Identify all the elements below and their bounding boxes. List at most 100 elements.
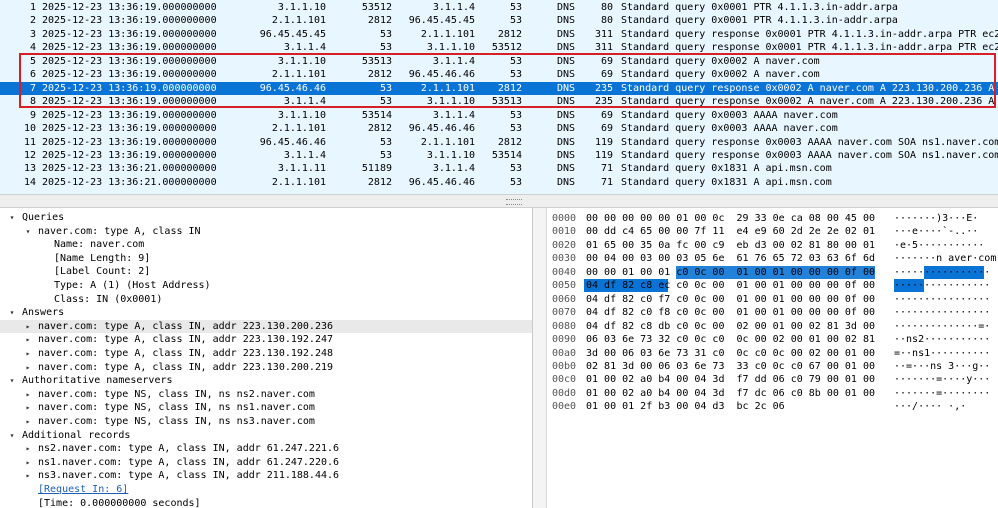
hex-ascii[interactable]: ·······n aver·com: [894, 252, 996, 265]
packet-src: 96.45.46.46: [259, 82, 326, 94]
packet-row[interactable]: 13 2025-12-23 13:36:21.000000000 3.1.1.11 5…: [0, 162, 998, 175]
detail-row[interactable]: [Time: 0.000000000 seconds]: [0, 497, 532, 508]
packet-row[interactable]: 12 2025-12-23 13:36:19.000000000 3.1.1.4 53…: [0, 149, 998, 162]
hex-ascii[interactable]: ················: [894, 266, 990, 279]
detail-row[interactable]: ▸ ns3.naver.com: type A, class IN, addr 2…: [0, 469, 532, 483]
detail-row[interactable]: ▸ ns1.naver.com: type A, class IN, addr 6…: [0, 456, 532, 470]
hex-bytes[interactable]: 01 00 02 a0 b4 00 04 3d f7 dd 06 c0 79 0…: [586, 373, 875, 386]
hex-ascii[interactable]: ··············=·: [894, 320, 990, 333]
hex-ascii[interactable]: ··=···ns 3···g··: [894, 360, 990, 373]
packet-dst: 3.1.1.4: [432, 109, 475, 121]
detail-row[interactable]: ▾ Answers: [0, 306, 532, 320]
hex-bytes[interactable]: 02 81 3d 00 06 03 6e 73 33 c0 0c c0 67 0…: [586, 360, 875, 373]
hex-ascii[interactable]: ··ns2···········: [894, 333, 990, 346]
hex-ascii[interactable]: ················: [894, 293, 990, 306]
collapsed-arrow-icon[interactable]: ▸: [23, 361, 33, 375]
detail-row[interactable]: ▾ Authoritative nameservers: [0, 374, 532, 388]
detail-row[interactable]: ▸ naver.com: type A, class IN, addr 223.1…: [0, 333, 532, 347]
hex-ascii[interactable]: ················: [894, 279, 990, 292]
detail-row[interactable]: ▸ naver.com: type A, class IN, addr 223.1…: [0, 319, 532, 334]
expanded-arrow-icon[interactable]: ▾: [7, 374, 17, 388]
hex-offset: 00a0: [552, 347, 577, 359]
packet-list[interactable]: 1 2025-12-23 13:36:19.000000000 3.1.1.10 53…: [0, 0, 998, 194]
detail-row[interactable]: ▾ Additional records: [0, 429, 532, 443]
packet-row[interactable]: 6 2025-12-23 13:36:19.000000000 2.1.1.101 2…: [0, 68, 998, 81]
detail-row[interactable]: ▸ naver.com: type NS, class IN, ns ns2.na…: [0, 388, 532, 402]
packet-row[interactable]: 14 2025-12-23 13:36:21.000000000 2.1.1.101…: [0, 176, 998, 189]
packet-row[interactable]: 7 2025-12-23 13:36:19.000000000 96.45.46.4…: [0, 81, 998, 95]
collapsed-arrow-icon[interactable]: ▸: [23, 320, 33, 334]
hex-ascii[interactable]: ·······=········: [894, 387, 990, 400]
detail-row[interactable]: [Request In: 6]: [0, 483, 532, 497]
detail-text: [Label Count: 2]: [54, 266, 151, 278]
hex-ascii[interactable]: ·······=····y···: [894, 373, 990, 386]
expanded-arrow-icon[interactable]: ▾: [7, 429, 17, 443]
hex-ascii[interactable]: ·e·5···········: [894, 239, 984, 252]
packet-bytes-pane[interactable]: 0000 00 00 00 00 00 01 00 0c 29 33 0e ca …: [548, 208, 998, 508]
hex-bytes[interactable]: 06 03 6e 73 32 c0 0c c0 0c 00 02 00 01 0…: [586, 333, 875, 346]
packet-row[interactable]: 5 2025-12-23 13:36:19.000000000 3.1.1.10 53…: [0, 55, 998, 68]
hex-bytes[interactable]: 04 df 82 c8 ec c0 0c 00 01 00 01 00 00 0…: [586, 279, 875, 292]
hex-bytes[interactable]: 01 00 01 2f b3 00 04 d3 bc 2c 06: [586, 400, 785, 413]
packet-row[interactable]: 9 2025-12-23 13:36:19.000000000 3.1.1.10 53…: [0, 109, 998, 122]
packet-row[interactable]: 1 2025-12-23 13:36:19.000000000 3.1.1.10 53…: [0, 1, 998, 14]
detail-row[interactable]: Name: naver.com: [0, 238, 532, 252]
detail-row[interactable]: Class: IN (0x0001): [0, 293, 532, 307]
details-scrollbar[interactable]: [533, 208, 547, 508]
packet-row[interactable]: 10 2025-12-23 13:36:19.000000000 2.1.1.101…: [0, 122, 998, 135]
detail-row[interactable]: ▸ naver.com: type A, class IN, addr 223.1…: [0, 361, 532, 375]
hex-ascii[interactable]: ·······)3···E·: [894, 212, 978, 225]
packet-dport: 53: [509, 55, 522, 67]
hex-bytes[interactable]: 04 df 82 c0 f7 c0 0c 00 01 00 01 00 00 0…: [586, 293, 875, 306]
hex-bytes[interactable]: 3d 00 06 03 6e 73 31 c0 0c c0 0c 00 02 0…: [586, 347, 875, 360]
collapsed-arrow-icon[interactable]: ▸: [23, 456, 33, 470]
packet-row[interactable]: 2 2025-12-23 13:36:19.000000000 2.1.1.101 2…: [0, 14, 998, 27]
expanded-arrow-icon[interactable]: ▾: [7, 211, 17, 225]
hex-ascii[interactable]: =··ns1··········: [894, 347, 990, 360]
hex-bytes[interactable]: 01 00 02 a0 b4 00 04 3d f7 dc 06 c0 8b 0…: [586, 387, 875, 400]
hex-bytes[interactable]: 00 00 00 00 00 01 00 0c 29 33 0e ca 08 0…: [586, 212, 875, 225]
request-in-link[interactable]: [Request In: 6]: [38, 483, 128, 497]
collapsed-arrow-icon[interactable]: ▸: [23, 469, 33, 483]
packet-row[interactable]: 3 2025-12-23 13:36:19.000000000 96.45.45.4…: [0, 28, 998, 41]
detail-row[interactable]: Type: A (1) (Host Address): [0, 279, 532, 293]
collapsed-arrow-icon[interactable]: ▸: [23, 401, 33, 415]
hex-ascii[interactable]: ···/···· ·,·: [894, 400, 966, 413]
expanded-arrow-icon[interactable]: ▾: [7, 306, 17, 320]
packet-src: 3.1.1.4: [283, 42, 326, 54]
hex-ascii[interactable]: ···e····`-..··: [894, 225, 978, 238]
packet-row[interactable]: 8 2025-12-23 13:36:19.000000000 3.1.1.4 53 3…: [0, 95, 998, 108]
collapsed-arrow-icon[interactable]: ▸: [23, 347, 33, 361]
hex-bytes[interactable]: 04 df 82 c8 db c0 0c 00 02 00 01 00 02 8…: [586, 320, 875, 333]
packet-details-pane[interactable]: ▾ Queries ▾ naver.com: type A, class IN Name…: [0, 208, 532, 508]
collapsed-arrow-icon[interactable]: ▸: [23, 333, 33, 347]
hex-bytes[interactable]: 00 dd c4 65 00 00 7f 11 e4 e9 60 2d 2e 2…: [586, 225, 875, 238]
hex-ascii[interactable]: ················: [894, 306, 990, 319]
detail-row[interactable]: ▾ naver.com: type A, class IN: [0, 225, 532, 239]
hex-bytes[interactable]: 00 04 00 03 00 03 05 6e 61 76 65 72 03 6…: [586, 252, 875, 265]
collapsed-arrow-icon[interactable]: ▸: [23, 442, 33, 456]
hex-row: 00a0 3d 00 06 03 6e 73 31 c0 0c c0 0c 00 …: [548, 347, 998, 360]
detail-row[interactable]: ▸ ns2.naver.com: type A, class IN, addr 6…: [0, 442, 532, 456]
packet-len: 80: [600, 15, 613, 27]
packet-time: 2025-12-23 13:36:19.000000000: [42, 15, 217, 27]
collapsed-arrow-icon[interactable]: ▸: [23, 388, 33, 402]
detail-row[interactable]: ▸ naver.com: type NS, class IN, ns ns3.na…: [0, 415, 532, 429]
splitter-grip-icon[interactable]: [506, 199, 522, 205]
detail-row[interactable]: ▸ naver.com: type NS, class IN, ns ns1.na…: [0, 401, 532, 415]
hex-bytes[interactable]: 00 00 01 00 01 c0 0c 00 01 00 01 00 00 0…: [586, 266, 875, 279]
packet-time: 2025-12-23 13:36:21.000000000: [42, 176, 217, 188]
packet-row[interactable]: 11 2025-12-23 13:36:19.000000000 96.45.46.…: [0, 136, 998, 149]
pane-splitter[interactable]: [0, 194, 998, 208]
collapsed-arrow-icon[interactable]: ▸: [23, 415, 33, 429]
expanded-arrow-icon[interactable]: ▾: [23, 225, 33, 239]
hex-bytes[interactable]: 04 df 82 c0 f8 c0 0c 00 01 00 01 00 00 0…: [586, 306, 875, 319]
detail-row[interactable]: ▾ Queries: [0, 211, 532, 225]
detail-row[interactable]: [Name Length: 9]: [0, 252, 532, 266]
detail-row[interactable]: ▸ naver.com: type A, class IN, addr 223.1…: [0, 347, 532, 361]
packet-row[interactable]: 4 2025-12-23 13:36:19.000000000 3.1.1.4 53 3…: [0, 41, 998, 54]
packet-src: 3.1.1.4: [283, 149, 326, 161]
packet-proto: DNS: [557, 28, 576, 40]
detail-row[interactable]: [Label Count: 2]: [0, 265, 532, 279]
hex-bytes[interactable]: 01 65 00 35 0a fc 00 c9 eb d3 00 02 81 8…: [586, 239, 875, 252]
